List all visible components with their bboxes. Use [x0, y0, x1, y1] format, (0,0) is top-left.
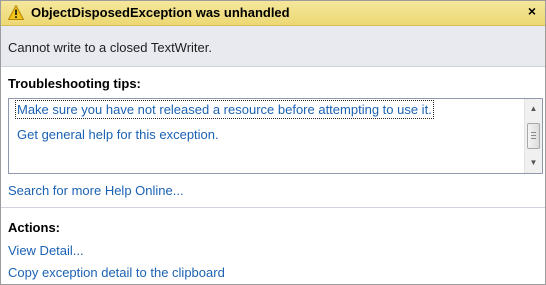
- scroll-down-icon[interactable]: ▼: [525, 155, 542, 171]
- exception-message-panel: Cannot write to a closed TextWriter.: [1, 26, 545, 67]
- view-detail-link[interactable]: View Detail...: [8, 243, 84, 258]
- title-bar: ObjectDisposedException was unhandled ×: [1, 1, 545, 26]
- scroll-thumb[interactable]: [527, 123, 540, 149]
- exception-assistant-dialog: ObjectDisposedException was unhandled × …: [0, 0, 546, 285]
- tips-scrollbar[interactable]: ▲ ▼: [524, 99, 542, 173]
- close-button[interactable]: ×: [525, 3, 539, 21]
- tip-link-release-resource[interactable]: Make sure you have not released a resour…: [15, 100, 434, 119]
- scroll-up-icon[interactable]: ▲: [525, 101, 542, 117]
- copy-exception-detail-link[interactable]: Copy exception detail to the clipboard: [8, 265, 225, 280]
- exception-message: Cannot write to a closed TextWriter.: [8, 40, 213, 55]
- troubleshooting-tips-list[interactable]: Make sure you have not released a resour…: [8, 98, 543, 174]
- dialog-title: ObjectDisposedException was unhandled: [31, 5, 290, 20]
- section-divider: [1, 207, 545, 208]
- tip-link-general-help[interactable]: Get general help for this exception.: [17, 127, 219, 142]
- warning-icon: [8, 5, 24, 20]
- troubleshooting-heading: Troubleshooting tips:: [8, 76, 141, 91]
- actions-heading: Actions:: [8, 220, 60, 235]
- search-help-online-link[interactable]: Search for more Help Online...: [8, 183, 184, 198]
